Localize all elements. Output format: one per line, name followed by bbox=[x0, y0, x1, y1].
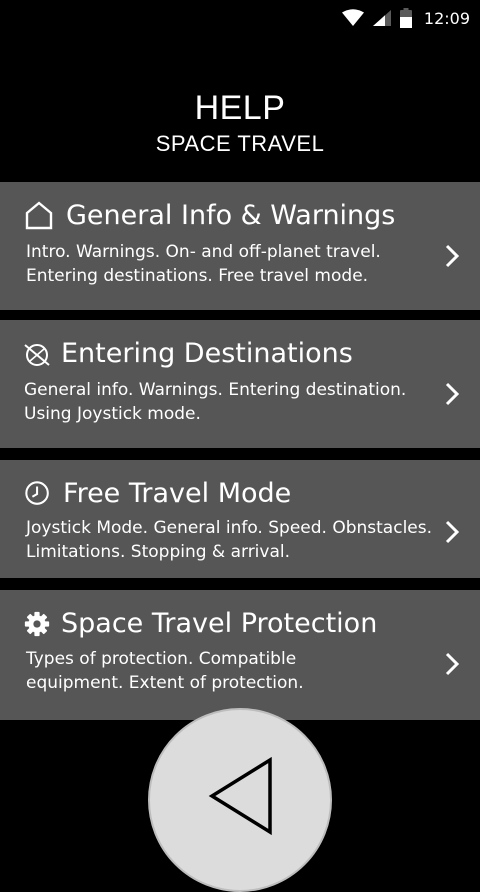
page-title: HELP bbox=[194, 89, 286, 127]
help-topic-entering-destinations[interactable]: Entering Destinations General info. Warn… bbox=[0, 320, 480, 448]
card-title: Space Travel Protection bbox=[61, 608, 378, 639]
wifi-icon bbox=[341, 9, 364, 26]
card-description: General info. Warnings. Entering destina… bbox=[24, 380, 407, 424]
card-description: Intro. Warnings. On- and off-planet trav… bbox=[26, 242, 381, 286]
card-title: Free Travel Mode bbox=[63, 478, 292, 509]
page-header: HELP SPACE TRAVEL bbox=[0, 88, 480, 158]
card-title-row: Space Travel Protection bbox=[24, 604, 377, 644]
help-topic-space-travel-protection[interactable]: Space Travel Protection Types of protect… bbox=[0, 590, 480, 720]
help-topic-free-travel-mode[interactable]: Free Travel Mode Joystick Mode. General … bbox=[0, 460, 480, 578]
page-subtitle: SPACE TRAVEL bbox=[155, 131, 325, 156]
status-bar: 12:09 bbox=[0, 0, 480, 36]
card-title-row: Free Travel Mode bbox=[24, 474, 291, 514]
card-title: General Info & Warnings bbox=[66, 200, 396, 231]
card-title-row: General Info & Warnings bbox=[24, 196, 395, 236]
status-icons: 12:09 bbox=[341, 6, 470, 30]
chevron-right-icon bbox=[445, 382, 460, 406]
signal-icon bbox=[372, 10, 391, 26]
card-description: Joystick Mode. General info. Speed. Obns… bbox=[26, 518, 433, 562]
chevron-right-icon bbox=[445, 244, 460, 268]
help-topic-general-info[interactable]: General Info & Warnings Intro. Warnings.… bbox=[0, 182, 480, 310]
chevron-right-icon bbox=[445, 652, 460, 676]
gear-icon bbox=[24, 611, 50, 637]
battery-icon bbox=[399, 8, 412, 28]
home-icon bbox=[25, 201, 53, 230]
back-button[interactable] bbox=[148, 708, 332, 892]
card-description: Types of protection. Compatible equipmen… bbox=[26, 649, 304, 693]
clock-icon bbox=[25, 481, 49, 505]
card-title-row: Entering Destinations bbox=[22, 334, 353, 374]
planet-icon bbox=[24, 344, 50, 366]
card-title: Entering Destinations bbox=[61, 338, 353, 369]
back-triangle-icon bbox=[208, 756, 272, 836]
chevron-right-icon bbox=[445, 520, 460, 544]
status-time: 12:09 bbox=[423, 8, 470, 28]
